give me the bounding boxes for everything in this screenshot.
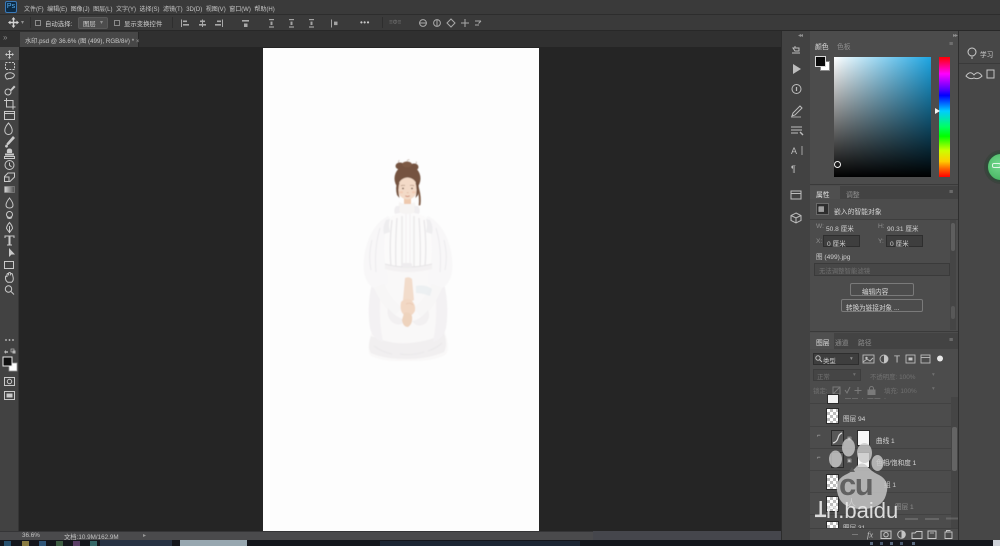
svg-text:¶: ¶	[791, 164, 796, 174]
svg-text:A: A	[791, 146, 797, 156]
svg-text:fx: fx	[867, 530, 873, 540]
svg-text:T: T	[894, 355, 900, 366]
